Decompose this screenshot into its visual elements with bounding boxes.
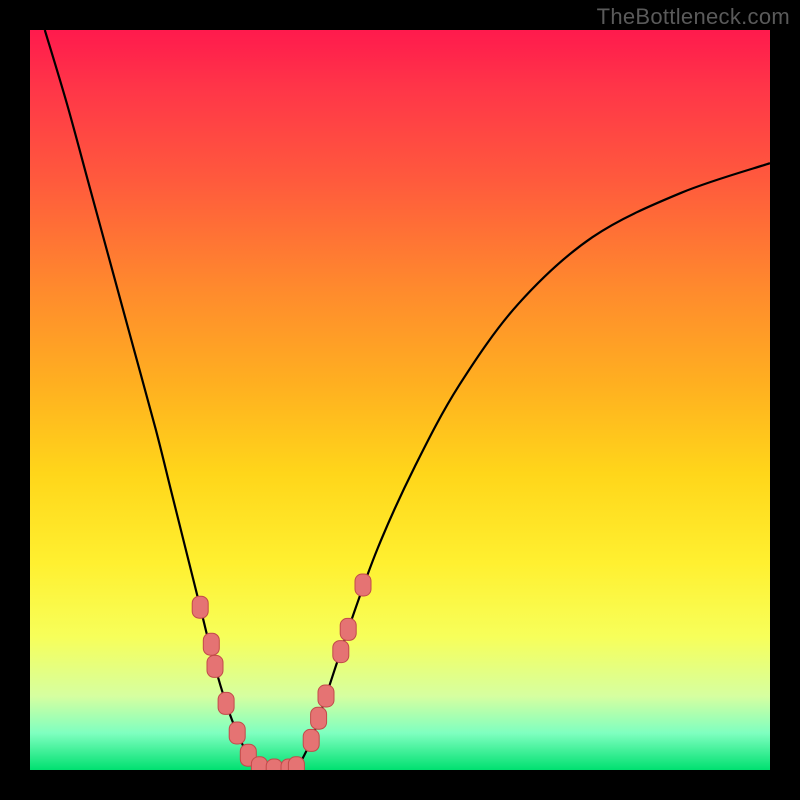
data-marker bbox=[207, 655, 223, 677]
data-marker bbox=[333, 641, 349, 663]
plot-area bbox=[30, 30, 770, 770]
data-marker bbox=[251, 757, 267, 770]
data-marker bbox=[311, 707, 327, 729]
data-marker bbox=[288, 757, 304, 770]
data-marker bbox=[303, 729, 319, 751]
data-marker bbox=[218, 692, 234, 714]
data-marker bbox=[229, 722, 245, 744]
watermark-text: TheBottleneck.com bbox=[597, 4, 790, 30]
marker-group bbox=[192, 574, 371, 770]
data-marker bbox=[192, 596, 208, 618]
data-marker bbox=[266, 759, 282, 770]
marker-layer bbox=[30, 30, 770, 770]
data-marker bbox=[318, 685, 334, 707]
chart-frame: TheBottleneck.com bbox=[0, 0, 800, 800]
data-marker bbox=[203, 633, 219, 655]
data-marker bbox=[340, 618, 356, 640]
data-marker bbox=[355, 574, 371, 596]
